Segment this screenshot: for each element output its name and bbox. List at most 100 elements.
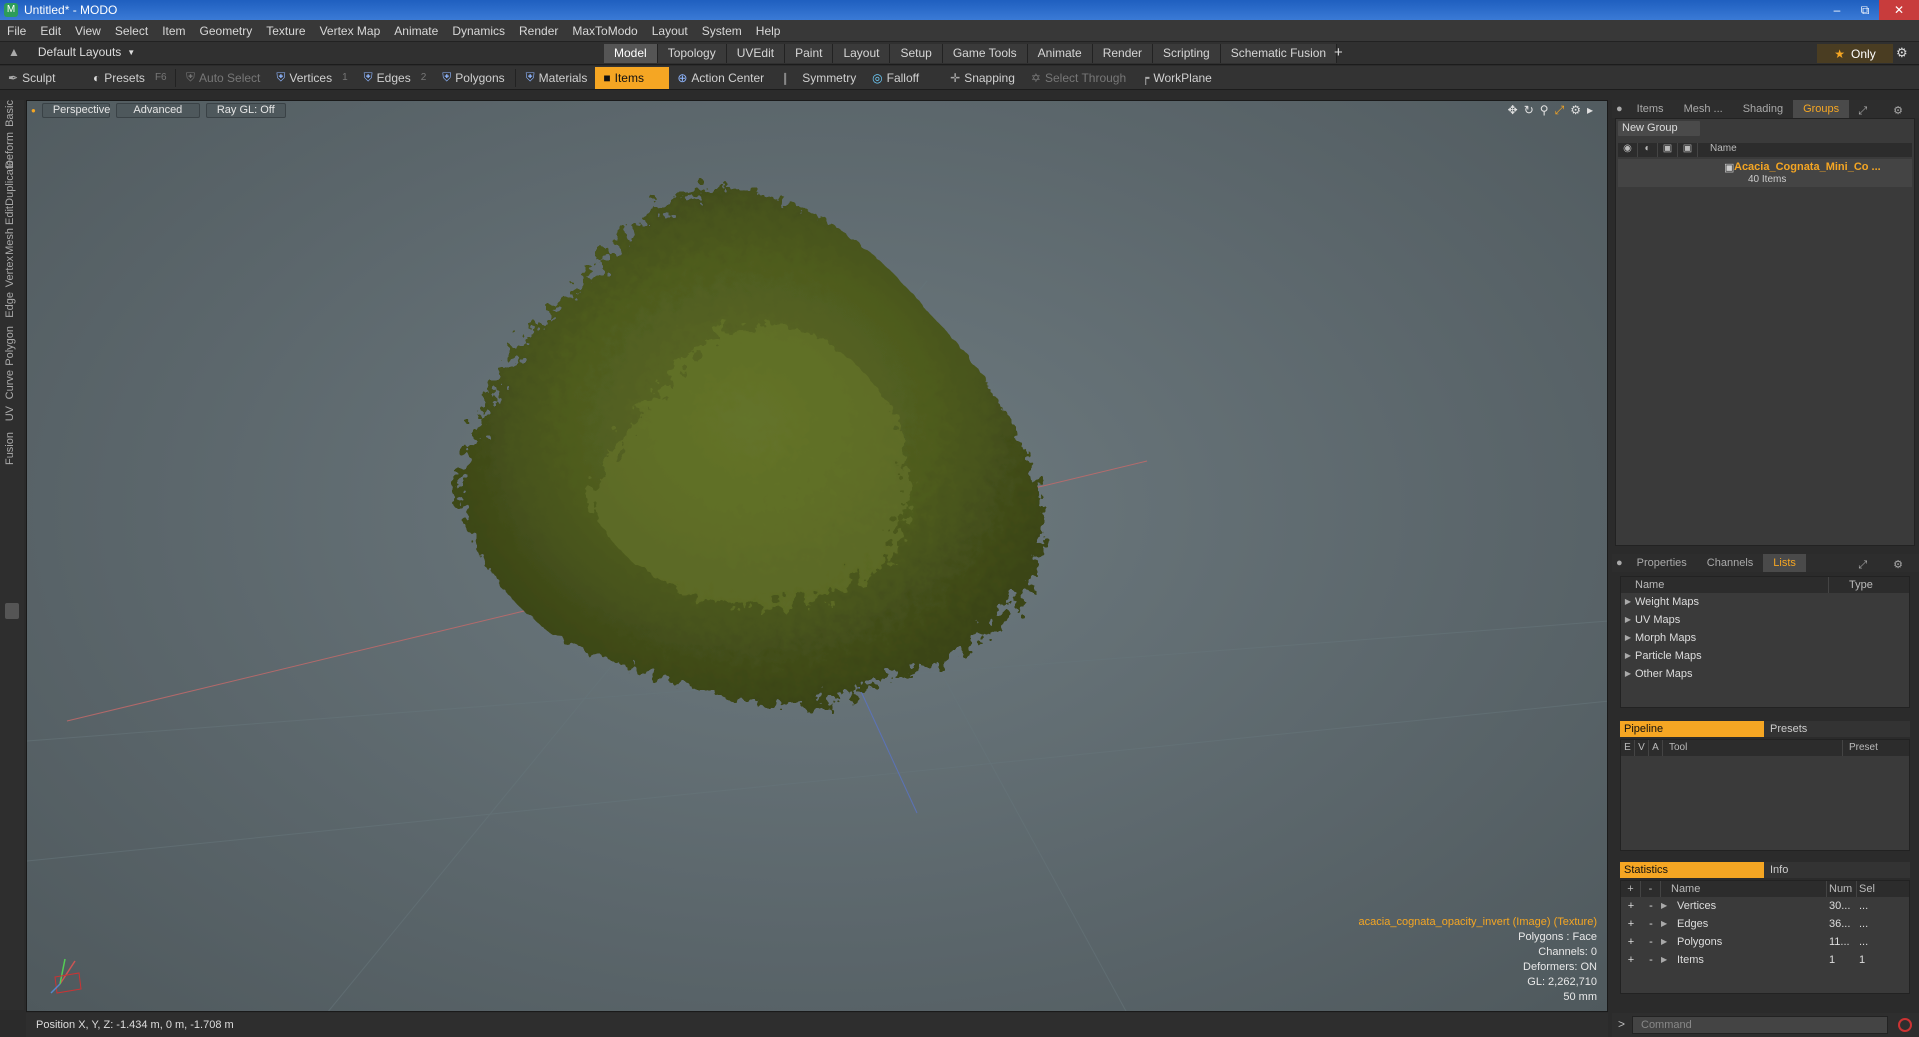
pipeline-tab[interactable]: Pipeline [1620,721,1764,737]
tab-groups[interactable]: Groups [1793,100,1850,118]
zoom-icon[interactable]: ⚲ [1540,103,1549,118]
menu-dynamics[interactable]: Dynamics [445,24,512,38]
action-center-button[interactable]: ⊕ Action Center [669,67,772,89]
falloff-button[interactable]: ◎ Falloff [864,67,942,89]
list-item[interactable]: ▶ Morph Maps [1621,629,1909,647]
panel-toggle-button[interactable] [5,603,19,619]
menu-help[interactable]: Help [749,24,788,38]
menu-texture[interactable]: Texture [259,24,312,38]
remove-icon[interactable]: - [1641,915,1661,933]
tab-topology[interactable]: Topology [657,44,727,63]
add-icon[interactable]: + [1621,933,1641,951]
expand-arrow-icon[interactable]: ▶ [1661,897,1677,915]
presets-tab[interactable]: Presets [1764,721,1910,737]
tool-tab-mesh-edit[interactable]: Mesh Edit [4,206,20,255]
expand-arrow-icon[interactable]: ▶ [1661,915,1677,933]
menu-view[interactable]: View [68,24,108,38]
expand-arrow-icon[interactable]: ▶ [1621,647,1635,665]
auto-select-button[interactable]: ⛨ Auto Select [178,67,268,89]
tool-tab-curve[interactable]: Curve [4,370,20,399]
tool-tab-vertex[interactable]: Vertex [4,256,20,287]
add-icon[interactable]: + [1621,915,1641,933]
rotate-icon[interactable]: ↻ [1524,103,1534,118]
add-tab-icon[interactable]: + [1334,44,1343,61]
symmetry-button[interactable]: ❙ Symmetry [772,67,864,89]
tab-schematic-fusion[interactable]: Schematic Fusion [1220,44,1338,63]
group-row[interactable]: ▣ Acacia_Cognata_Mini_Co ... 40 Items [1618,159,1912,187]
tab-paint[interactable]: Paint [785,44,834,63]
expand-arrow-icon[interactable]: ▶ [1621,665,1635,683]
remove-icon[interactable]: - [1641,897,1661,915]
sculpt-button[interactable]: ✒ Sculpt [0,67,85,89]
menu-edit[interactable]: Edit [33,24,68,38]
play-icon[interactable]: ▸ [1587,103,1593,118]
tab-mesh[interactable]: Mesh ... [1674,100,1733,118]
tab-lists[interactable]: Lists [1763,554,1806,572]
pan-icon[interactable]: ✥ [1508,103,1518,118]
shading-mode-button[interactable]: Advanced [115,102,200,118]
list-item[interactable]: ▶ Weight Maps [1621,593,1909,611]
tab-setup[interactable]: Setup [890,44,943,63]
menu-animate[interactable]: Animate [387,24,445,38]
vertices-button[interactable]: ⛨ Vertices 1 [268,67,355,89]
materials-button[interactable]: ⛨ Materials [518,67,596,89]
tab-channels[interactable]: Channels [1697,554,1763,572]
tool-tab-duplicate[interactable]: Duplicate [4,160,20,206]
tool-tab-uv[interactable]: UV [4,406,20,421]
tab-animate[interactable]: Animate [1027,44,1093,63]
tab-layout[interactable]: Layout [833,44,891,63]
menu-geometry[interactable]: Geometry [193,24,260,38]
only-button[interactable]: ★ Only [1817,44,1893,63]
minimize-icon[interactable]: – [1823,0,1851,20]
raygl-button[interactable]: Ray GL: Off [205,102,286,118]
tab-shading[interactable]: Shading [1733,100,1793,118]
maximize-icon[interactable]: ⤢ [1555,103,1565,118]
remove-icon[interactable]: - [1641,933,1661,951]
command-input[interactable]: Command [1632,1016,1888,1034]
stop-icon[interactable] [1898,1018,1912,1032]
expand-arrow-icon[interactable]: ▶ [1621,629,1635,647]
tab-render[interactable]: Render [1092,44,1154,63]
select-through-button[interactable]: ✡ Select Through [1023,67,1134,89]
menu-select[interactable]: Select [108,24,155,38]
tab-model[interactable]: Model [604,44,658,63]
table-row[interactable]: + - ▶ Polygons 11...... [1621,933,1909,951]
tab-scripting[interactable]: Scripting [1153,44,1221,63]
table-row[interactable]: + - ▶ Edges 36...... [1621,915,1909,933]
tool-tab-edge[interactable]: Edge [4,292,20,318]
restore-icon[interactable]: ⧉ [1851,0,1879,20]
menu-render[interactable]: Render [512,24,565,38]
expand-arrow-icon[interactable]: ▶ [1661,933,1677,951]
list-item[interactable]: ▶ UV Maps [1621,611,1909,629]
statistics-tab[interactable]: Statistics [1620,862,1764,878]
add-icon[interactable]: + [1621,897,1641,915]
layout-selector[interactable]: ▲ Default Layouts ▼ [8,45,135,59]
tab-items[interactable]: Items [1627,100,1674,118]
tool-tab-fusion[interactable]: Fusion [4,432,20,465]
snapping-button[interactable]: ✛ Snapping [942,67,1023,89]
table-row[interactable]: + - ▶ Vertices 30...... [1621,897,1909,915]
gear-icon[interactable]: ⚙ [1570,103,1581,118]
tool-tab-basic[interactable]: Basic [4,100,20,127]
menu-maxtomodo[interactable]: MaxToModo [565,24,644,38]
menu-system[interactable]: System [695,24,749,38]
view-mode-button[interactable]: Perspective [41,102,110,118]
info-tab[interactable]: Info [1764,862,1910,878]
add-icon[interactable]: + [1621,951,1641,969]
workplane-button[interactable]: ┍ WorkPlane [1134,67,1220,89]
polygons-button[interactable]: ⛨ Polygons [434,67,512,89]
tab-properties[interactable]: Properties [1627,554,1697,572]
list-item[interactable]: ▶ Particle Maps [1621,647,1909,665]
menu-layout[interactable]: Layout [645,24,695,38]
table-row[interactable]: + - ▶ Items 1 1 [1621,951,1909,969]
expand-arrow-icon[interactable]: ▶ [1661,951,1677,969]
gear-icon[interactable]: ⚙ [1883,556,1913,574]
tool-tab-polygon[interactable]: Polygon [4,326,20,366]
tab-game-tools[interactable]: Game Tools [942,44,1028,63]
new-group-button[interactable]: New Group [1618,121,1700,136]
menu-item[interactable]: Item [155,24,192,38]
expand-icon[interactable]: ⤢ [1848,556,1877,574]
remove-icon[interactable]: - [1641,951,1661,969]
expand-arrow-icon[interactable]: ▶ [1621,611,1635,629]
presets-button[interactable]: ◐ Presets F6 [85,67,173,89]
